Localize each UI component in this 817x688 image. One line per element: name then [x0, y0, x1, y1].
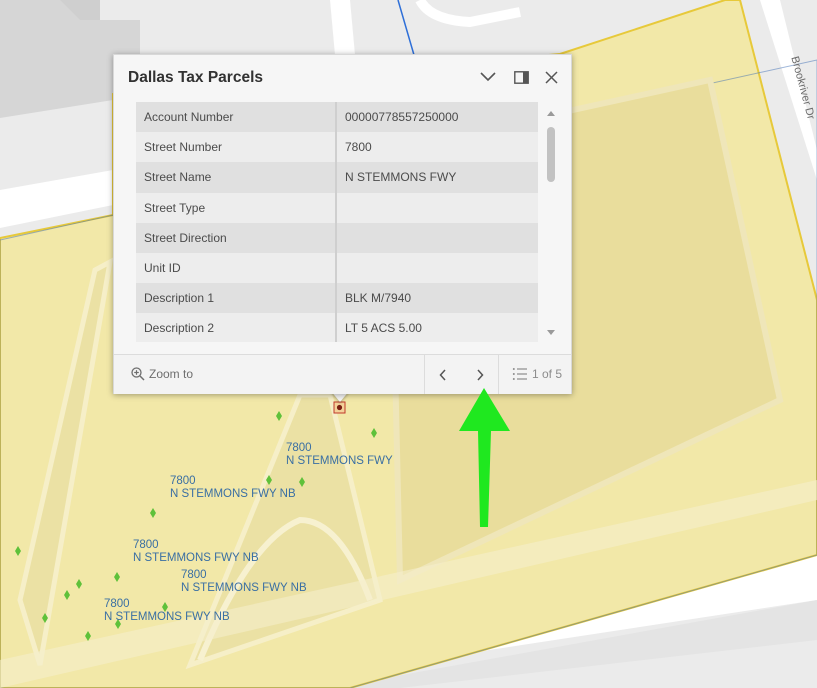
annotation-arrow-icon: [459, 388, 510, 527]
attribute-row: Description 1 BLK M/7940: [136, 283, 538, 314]
attribute-field-value: [336, 222, 538, 253]
attribute-field-value: BLK M/7940: [336, 283, 538, 314]
attribute-field-name: Account Number: [136, 102, 337, 133]
attribute-row: Unit ID: [136, 252, 538, 284]
attribute-field-name: Description 2: [136, 313, 337, 342]
close-button[interactable]: [541, 67, 561, 87]
footer-divider: [424, 355, 425, 394]
zoom-to-label: Zoom to: [149, 367, 194, 381]
chevron-right-icon: [477, 369, 484, 381]
previous-feature-button[interactable]: [432, 364, 454, 386]
attribute-field-value: 00000778557250000: [336, 102, 538, 133]
zoom-in-icon: [131, 367, 145, 381]
attribute-row: Street Name N STEMMONS FWY: [136, 162, 538, 193]
attribute-field-value: N STEMMONS FWY: [336, 162, 538, 193]
attribute-row: Street Direction: [136, 222, 538, 253]
next-feature-button[interactable]: [469, 364, 491, 386]
attribute-table[interactable]: Account Number 00000778557250000 Street Nu…: [136, 102, 538, 342]
feature-count-label: 1 of 5: [532, 367, 563, 381]
selected-feature-marker[interactable]: [333, 401, 346, 414]
attribute-row: Account Number 00000778557250000: [136, 102, 538, 133]
address-label: 7800 N STEMMONS FWY NB: [104, 598, 230, 623]
scroll-up-icon[interactable]: [545, 109, 557, 117]
attribute-row: Street Number 7800: [136, 132, 538, 163]
address-label: 7800 N STEMMONS FWY NB: [170, 475, 296, 500]
attribute-field-value: [336, 192, 538, 223]
feature-list-button[interactable]: 1 of 5: [512, 367, 562, 381]
chevron-left-icon: [439, 369, 446, 381]
attribute-field-name: Street Direction: [136, 222, 337, 253]
attribute-field-value: [336, 252, 538, 284]
close-icon: [544, 70, 558, 84]
attribute-field-name: Street Number: [136, 132, 337, 163]
attribute-row: Street Type: [136, 192, 538, 223]
address-label: 7800 N STEMMONS FWY: [286, 442, 393, 467]
scrollbar-thumb[interactable]: [547, 127, 555, 182]
dock-button[interactable]: [511, 67, 531, 87]
attribute-field-name: Street Type: [136, 192, 337, 223]
attribute-field-name: Description 1: [136, 283, 337, 314]
address-label: 7800 N STEMMONS FWY NB: [181, 569, 307, 594]
popup-title: Dallas Tax Parcels: [128, 69, 263, 86]
feature-popup: Dallas Tax Parcels Account Number 0000077…: [113, 54, 572, 394]
scrollbar[interactable]: [545, 107, 557, 339]
attribute-field-value: 7800: [336, 132, 538, 163]
list-icon: [512, 368, 527, 380]
attribute-row: Description 2 LT 5 ACS 5.00: [136, 313, 538, 342]
chevron-down-icon: [480, 72, 496, 82]
attribute-field-value: LT 5 ACS 5.00: [336, 313, 538, 342]
collapse-button[interactable]: [478, 67, 498, 87]
attribute-field-name: Street Name: [136, 162, 337, 193]
zoom-to-button[interactable]: Zoom to: [131, 367, 193, 381]
address-label: 7800 N STEMMONS FWY NB: [133, 539, 259, 564]
scroll-down-icon[interactable]: [545, 329, 557, 337]
dock-panel-icon: [513, 70, 529, 84]
attribute-field-name: Unit ID: [136, 252, 337, 284]
